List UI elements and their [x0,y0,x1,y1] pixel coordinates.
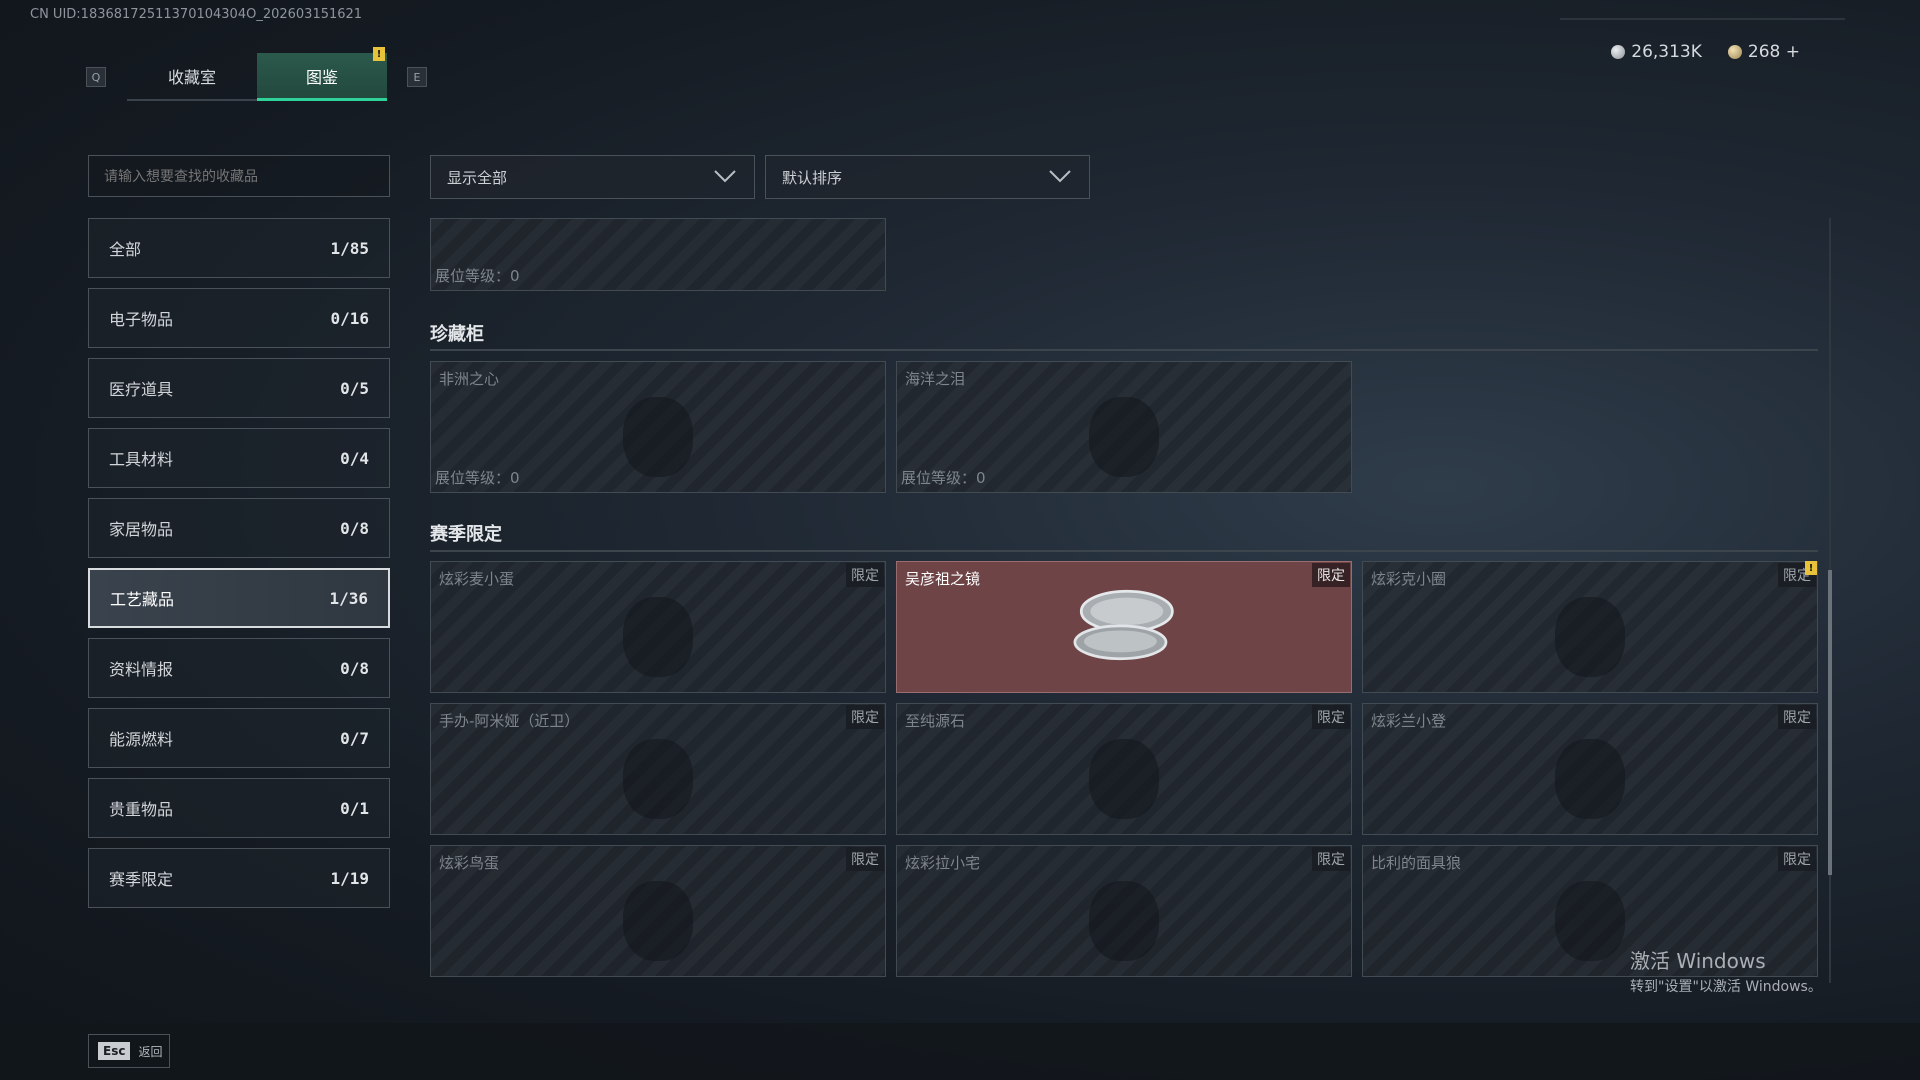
header-divider [1560,18,1845,20]
limited-tag: 限定 [1778,705,1816,729]
item-silhouette [1089,397,1159,478]
category-item[interactable]: 能源燃料 0/7 [88,708,390,768]
key-hint-e: E [407,67,427,87]
category-item[interactable]: 赛季限定 1/19 [88,848,390,908]
chevron-down-icon [714,170,736,183]
item-silhouette [1089,739,1159,820]
limited-tag: 限定 [846,563,884,587]
alert-badge: ! [1805,561,1817,575]
silver-coin-icon [1611,45,1626,59]
collection-card[interactable]: 炫彩克小圈 限定! [1362,561,1818,693]
collection-card[interactable]: 海洋之泪 展位等级：0 [896,361,1352,493]
collection-card[interactable]: 非洲之心 展位等级：0 [430,361,886,493]
item-silhouette [623,881,693,962]
item-silhouette [623,739,693,820]
tab-collection-room[interactable]: 收藏室 [127,53,257,101]
limited-tag: 限定 [1778,847,1816,871]
search-input[interactable] [88,155,390,197]
top-bar: CN UID:18368172511370104304O_20260315162… [0,0,1920,110]
section-title-treasure-cabinet: 珍藏柜 [430,324,484,345]
limited-tag: 限定 [846,705,884,729]
collection-card[interactable]: 炫彩麦小蛋 限定 [430,561,886,693]
limited-tag: 限定 [846,847,884,871]
compact-mirror-icon [1073,589,1174,661]
tab-codex[interactable]: 图鉴! [257,47,387,101]
chevron-down-icon [1049,170,1071,183]
footer-bar [0,1023,1920,1080]
category-item[interactable]: 家居物品 0/8 [88,498,390,558]
collection-card[interactable]: 至纯源石 限定 [896,703,1352,835]
back-button[interactable]: Esc 返回 [88,1034,170,1068]
collection-card-partial[interactable]: 展位等级：0 [430,218,886,291]
limited-tag: 限定 [1312,705,1350,729]
item-silhouette [623,397,693,478]
alert-badge: ! [373,47,385,61]
section-divider [430,550,1818,552]
section-title-season-limited: 赛季限定 [430,524,502,545]
limited-tag: 限定 [1312,563,1350,587]
windows-activation-watermark: 激活 Windows 转到"设置"以激活 Windows。 [1630,949,1822,995]
currency-silver: 26,313K [1611,42,1702,62]
category-item[interactable]: 工艺藏品 1/36 [88,568,390,628]
collection-card[interactable]: 炫彩兰小登 限定 [1362,703,1818,835]
collection-card[interactable]: 炫彩拉小宅 限定 [896,845,1352,977]
item-silhouette [623,597,693,678]
category-item[interactable]: 工具材料 0/4 [88,428,390,488]
currency-display: 26,313K 268 + [1611,42,1800,62]
item-silhouette [1555,881,1625,962]
scrollbar-thumb[interactable] [1828,570,1832,875]
collection-card[interactable]: 炫彩鸟蛋 限定 [430,845,886,977]
category-item[interactable]: 电子物品 0/16 [88,288,390,348]
gold-coin-icon [1727,45,1742,59]
item-silhouette [1089,881,1159,962]
key-hint-q: Q [86,67,106,87]
item-silhouette [1555,739,1625,820]
collection-card[interactable]: 吴彦祖之镜 限定 [896,561,1352,693]
display-filter-dropdown[interactable]: 显示全部 [430,155,755,199]
limited-tag: 限定 [1312,847,1350,871]
uid-label: CN UID:18368172511370104304O_20260315162… [30,7,363,22]
currency-gold[interactable]: 268 + [1727,42,1800,62]
item-silhouette [1555,597,1625,678]
category-item[interactable]: 资料情报 0/8 [88,638,390,698]
collection-card[interactable]: 手办-阿米娅（近卫） 限定 [430,703,886,835]
esc-key-icon: Esc [98,1042,131,1060]
category-item[interactable]: 全部 1/85 [88,218,390,278]
category-item[interactable]: 医疗道具 0/5 [88,358,390,418]
sort-dropdown[interactable]: 默认排序 [765,155,1090,199]
category-item[interactable]: 贵重物品 0/1 [88,778,390,838]
section-divider [430,349,1818,351]
tab-bar: 收藏室 图鉴! [127,47,387,101]
